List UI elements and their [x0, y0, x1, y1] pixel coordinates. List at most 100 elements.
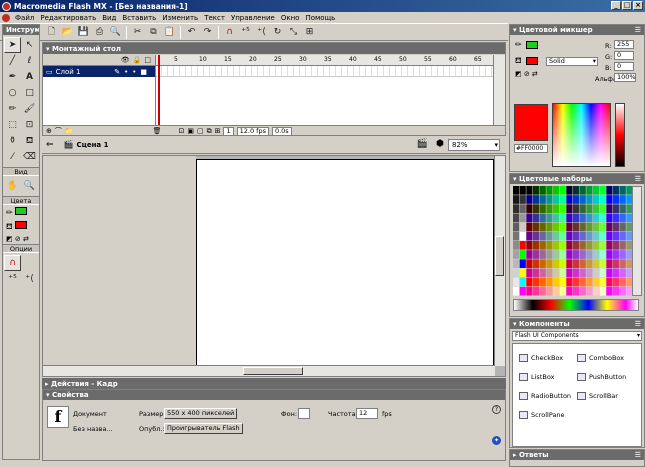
framerate-input[interactable]: 12 [356, 408, 378, 419]
component-listbox[interactable]: ListBox [519, 373, 554, 381]
color-swatch[interactable] [519, 241, 526, 250]
color-swatch[interactable] [566, 277, 573, 287]
color-swatch[interactable] [546, 222, 553, 232]
color-swatch[interactable] [559, 259, 566, 268]
color-swatch[interactable] [586, 186, 593, 195]
color-swatch[interactable] [553, 213, 560, 223]
color-swatch[interactable] [599, 213, 606, 223]
color-swatch[interactable] [526, 268, 533, 278]
color-swatch[interactable] [533, 186, 540, 195]
color-swatch[interactable] [559, 277, 566, 287]
color-swatch[interactable] [533, 241, 540, 250]
swatches-scrollbar[interactable] [632, 186, 642, 296]
stage-vertical-scrollbar[interactable] [494, 156, 505, 366]
color-spectrum[interactable] [552, 103, 611, 167]
straighten-option-icon[interactable]: ⁺⟨ [21, 271, 38, 287]
pencil-tool-icon[interactable]: ✏ [4, 101, 21, 117]
color-swatch[interactable] [566, 286, 573, 296]
menu-modify[interactable]: Изменить [159, 14, 201, 22]
minimize-button[interactable]: _ [611, 1, 621, 10]
cut-icon[interactable]: ✂ [130, 25, 145, 39]
edit-scene-icon[interactable]: 🎬 [417, 139, 428, 149]
color-swatch[interactable] [546, 250, 553, 259]
onion-outline-icon[interactable]: ▢ [197, 127, 204, 135]
color-swatch[interactable] [579, 241, 586, 250]
color-swatch[interactable] [599, 277, 606, 287]
redo-icon[interactable]: ↷ [200, 25, 215, 39]
color-swatch[interactable] [533, 250, 540, 259]
timeline-vertical-scrollbar[interactable] [493, 55, 505, 125]
color-swatch[interactable] [553, 195, 560, 204]
color-swatch[interactable] [553, 286, 560, 296]
color-swatch[interactable] [553, 259, 560, 268]
pen-tool-icon[interactable]: ✒ [4, 69, 21, 85]
color-swatch[interactable] [579, 195, 586, 204]
scale-icon[interactable]: ⤡ [286, 25, 301, 39]
lasso-tool-icon[interactable]: ℓ [21, 53, 38, 69]
center-frame-icon[interactable]: ⊡ [178, 127, 184, 135]
color-swatch[interactable] [546, 231, 553, 241]
color-swatch[interactable] [539, 204, 546, 213]
brush-tool-icon[interactable]: 🖌 [21, 101, 38, 117]
color-swatch[interactable] [566, 231, 573, 241]
color-swatch[interactable] [586, 241, 593, 250]
color-swatch[interactable] [619, 286, 626, 296]
add-layer-icon[interactable]: ⊕ [46, 127, 52, 135]
color-swatch[interactable] [593, 231, 600, 241]
color-swatch[interactable] [586, 213, 593, 223]
edit-multiple-icon[interactable]: ⧉ [207, 127, 212, 136]
menu-view[interactable]: Вид [99, 14, 119, 22]
rectangle-tool-icon[interactable]: □ [21, 85, 38, 101]
maximize-button[interactable]: □ [622, 1, 632, 10]
color-swatch[interactable] [619, 277, 626, 287]
color-swatch[interactable] [559, 250, 566, 259]
color-swatch[interactable] [519, 259, 526, 268]
color-swatch[interactable] [546, 204, 553, 213]
help-icon[interactable]: ? [492, 405, 501, 414]
component-scrollbar[interactable]: ScrollBar [577, 392, 618, 400]
color-swatch[interactable] [599, 222, 606, 232]
color-swatch[interactable] [613, 268, 620, 278]
color-swatch[interactable] [579, 222, 586, 232]
stage-horizontal-scrollbar[interactable] [43, 365, 495, 376]
color-swatch[interactable] [553, 241, 560, 250]
color-swatch[interactable] [606, 277, 613, 287]
color-swatch[interactable] [533, 213, 540, 223]
color-swatch[interactable] [566, 213, 573, 223]
outline-icon[interactable]: □ [144, 56, 151, 64]
panel-menu-icon[interactable]: ☰ [635, 451, 641, 459]
color-swatch[interactable] [526, 213, 533, 223]
color-swatch[interactable] [566, 195, 573, 204]
color-swatch[interactable] [539, 195, 546, 204]
color-swatch[interactable] [546, 186, 553, 195]
color-swatch[interactable] [539, 231, 546, 241]
color-swatch[interactable] [579, 186, 586, 195]
print-icon[interactable]: ⎙ [92, 25, 107, 39]
snap-magnet-option-icon[interactable]: ∩ [4, 255, 21, 271]
color-swatch[interactable] [613, 241, 620, 250]
color-swatch[interactable] [573, 186, 580, 195]
color-swatch[interactable] [606, 268, 613, 278]
background-color-swatch[interactable] [298, 408, 310, 419]
color-swatch[interactable] [593, 213, 600, 223]
color-swatch[interactable] [613, 231, 620, 241]
panel-menu-icon[interactable]: ☰ [635, 175, 641, 183]
color-swatch[interactable] [579, 204, 586, 213]
color-swatch[interactable] [559, 231, 566, 241]
color-swatch[interactable] [533, 259, 540, 268]
text-tool-icon[interactable]: A [21, 69, 38, 85]
color-swatch[interactable] [606, 195, 613, 204]
align-icon[interactable]: ⊞ [302, 25, 317, 39]
color-swatch[interactable] [519, 222, 526, 232]
color-swatch[interactable] [593, 250, 600, 259]
fill-transform-tool-icon[interactable]: ⊡ [21, 117, 38, 133]
line-tool-icon[interactable]: ╱ [4, 53, 21, 69]
color-swatch[interactable] [519, 231, 526, 241]
lock-icon[interactable]: 🔒 [133, 56, 142, 64]
menu-control[interactable]: Управление [228, 14, 278, 22]
color-swatch[interactable] [526, 277, 533, 287]
color-swatch[interactable] [613, 186, 620, 195]
color-swatch[interactable] [519, 286, 526, 296]
color-swatch[interactable] [599, 231, 606, 241]
panel-menu-icon[interactable]: ☰ [635, 26, 641, 34]
